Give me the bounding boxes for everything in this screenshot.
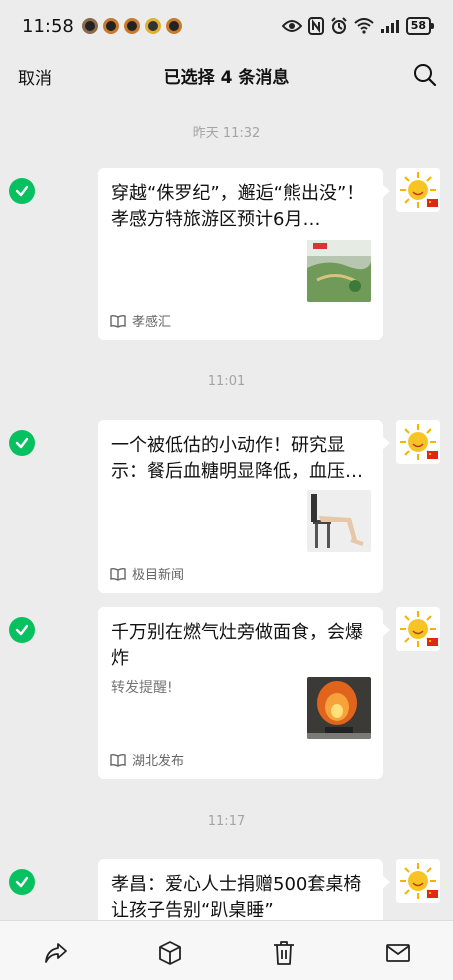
notification-app-icon: [165, 18, 182, 34]
article-thumbnail: [307, 240, 371, 302]
avatar[interactable]: [396, 420, 440, 464]
avatar[interactable]: [396, 859, 440, 903]
page-title: 已选择 4 条消息: [163, 67, 290, 88]
avatar[interactable]: [396, 168, 440, 212]
mail-icon[interactable]: [384, 939, 412, 967]
book-icon: [110, 567, 126, 581]
notification-app-icon: [102, 18, 119, 34]
battery-level: 58: [405, 17, 435, 35]
article-title: 穿越“侏罗纪”，邂逅“熊出没”！孝感方特旅游区预计6月…: [111, 183, 365, 230]
source-name: 极目新闻: [132, 568, 185, 583]
status-bar: 11:58 58: [0, 0, 453, 52]
notification-app-icon: [81, 18, 98, 34]
book-icon: [110, 753, 126, 767]
wifi-icon: [354, 18, 374, 34]
nav-bar: 取消 已选择 4 条消息: [0, 52, 453, 98]
alarm-icon: [330, 17, 347, 34]
book-icon: [110, 314, 126, 328]
article-title: 孝昌：爱心人士捐赠500套桌椅 让孩子告别“趴桌睡”: [111, 874, 362, 920]
eye-icon: [281, 20, 302, 32]
article-card[interactable]: 穿越“侏罗纪”，邂逅“熊出没”！孝感方特旅游区预计6月… 孝感汇: [98, 168, 390, 340]
timestamp: 11:17: [207, 814, 246, 829]
chat-area: 昨天 11:32 穿越“侏罗纪”，邂逅“熊出没”！孝感方特旅游区预计6月… 孝感…: [0, 98, 453, 920]
notification-icons: [81, 18, 182, 34]
select-checkbox[interactable]: [9, 617, 35, 643]
select-checkbox[interactable]: [9, 430, 35, 456]
select-checkbox[interactable]: [9, 178, 35, 204]
nfc-icon: [307, 17, 324, 35]
select-checkbox[interactable]: [9, 869, 35, 895]
article-source: 湖北发布: [110, 750, 184, 769]
article-description: 转发提醒!: [111, 680, 173, 696]
article-card[interactable]: 一个被低估的小动作！研究显示：餐后血糖明显降低，血压… 极目新闻: [98, 420, 390, 593]
source-name: 孝感汇: [132, 315, 172, 330]
article-source: 孝感汇: [110, 311, 171, 330]
article-card[interactable]: 孝昌：爱心人士捐赠500套桌椅 让孩子告别“趴桌睡”: [98, 859, 390, 920]
signal-icon: [380, 20, 399, 33]
bottom-toolbar: [0, 920, 453, 980]
notification-app-icon: [123, 18, 140, 34]
status-time: 11:58: [22, 15, 74, 37]
article-title: 一个被低估的小动作！研究显示：餐后血糖明显降低，血压…: [111, 435, 363, 482]
article-thumbnail: [307, 490, 371, 552]
article-thumbnail: [307, 677, 371, 739]
box-icon[interactable]: [156, 939, 184, 967]
timestamp: 昨天 11:32: [192, 126, 261, 141]
share-icon[interactable]: [42, 939, 70, 967]
article-source: 极目新闻: [110, 564, 184, 583]
avatar[interactable]: [396, 607, 440, 651]
search-icon[interactable]: [413, 63, 437, 91]
article-card[interactable]: 千万别在燃气灶旁做面食，会爆炸 转发提醒! 湖北发布: [98, 607, 390, 779]
source-name: 湖北发布: [132, 754, 185, 769]
timestamp: 11:01: [207, 374, 246, 389]
trash-icon[interactable]: [270, 939, 298, 967]
notification-app-icon: [144, 18, 161, 34]
cancel-button[interactable]: 取消: [18, 64, 52, 89]
article-title: 千万别在燃气灶旁做面食，会爆炸: [111, 622, 363, 669]
status-right: 58: [281, 17, 435, 35]
